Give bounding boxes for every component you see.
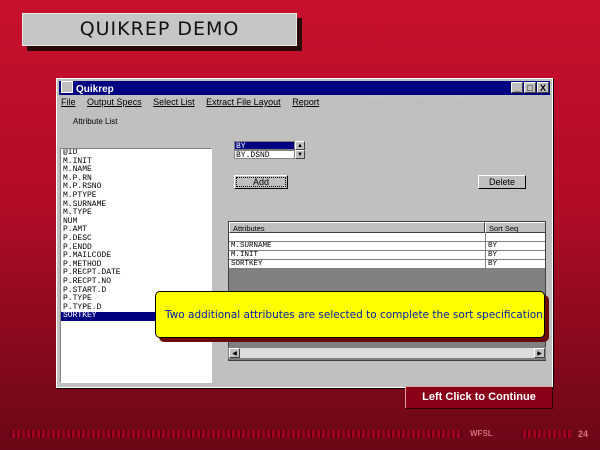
close-button[interactable]: X: [537, 82, 549, 93]
delete-button[interactable]: Delete: [478, 175, 526, 189]
table-row[interactable]: M.SURNAME BY: [229, 242, 545, 250]
maximize-button[interactable]: □: [524, 82, 536, 93]
menu-output-specs[interactable]: Output Specs: [87, 97, 142, 107]
attribute-listbox[interactable]: @ID M.INIT M.NAME M.P.RN M.P.RSNO M.PTYP…: [60, 148, 212, 383]
list-item[interactable]: M.TYPE: [61, 209, 211, 218]
cell-sort-seq: BY: [488, 251, 498, 259]
order-option-by-dsnd[interactable]: BY.DSND: [234, 150, 295, 160]
cell-sort-seq: BY: [488, 242, 498, 250]
cell-attribute: M.SURNAME: [231, 242, 272, 250]
menu-report[interactable]: Report: [292, 97, 319, 107]
footer-brand: WFSL: [470, 429, 493, 438]
menu-file[interactable]: File: [61, 97, 76, 107]
table-row[interactable]: [229, 233, 545, 241]
column-header-attributes[interactable]: Attributes: [229, 222, 485, 233]
page-number: 24: [578, 429, 589, 439]
decorative-strip: [521, 430, 571, 438]
table-row[interactable]: M.INIT BY: [229, 251, 545, 259]
minimize-button[interactable]: _: [511, 82, 523, 93]
menu-bar: File Output Specs Select List Extract Fi…: [61, 96, 548, 109]
table-row[interactable]: SORTKEY BY: [229, 260, 545, 268]
add-button[interactable]: Add: [234, 175, 288, 189]
window-title: Quikrep: [76, 84, 114, 95]
window-titlebar[interactable]: Quikrep _ □ X: [59, 81, 550, 95]
footer: WFSL 24: [10, 427, 595, 441]
continue-button[interactable]: Left Click to Continue: [405, 386, 552, 408]
instruction-callout: Two additional attributes are selected t…: [155, 291, 546, 338]
demo-title-banner: QUIKREP DEMO: [22, 13, 297, 46]
sort-order-selector[interactable]: BY ▲ BY.DSND ▼: [234, 141, 305, 160]
scroll-down-icon[interactable]: ▼: [295, 150, 305, 159]
cell-attribute: M.INIT: [231, 251, 259, 259]
cell-attribute: SORTKEY: [231, 260, 263, 268]
menu-faint-text: ·····································: [330, 98, 467, 107]
scroll-up-icon[interactable]: ▲: [295, 141, 305, 150]
attribute-list-label: Attribute List: [73, 117, 118, 126]
order-option-by[interactable]: BY: [234, 141, 295, 151]
horizontal-scrollbar[interactable]: ◀ ▶: [228, 347, 546, 359]
column-header-sort-seq[interactable]: Sort Seq: [485, 222, 545, 233]
quikrep-window: Quikrep _ □ X File Output Specs Select Lis…: [56, 78, 553, 388]
cell-sort-seq: BY: [488, 260, 498, 268]
app-icon: [61, 81, 73, 93]
scroll-right-icon[interactable]: ▶: [534, 348, 545, 358]
menu-extract-file-layout[interactable]: Extract File Layout: [206, 97, 281, 107]
decorative-strip: [10, 430, 462, 438]
menu-select-list[interactable]: Select List: [153, 97, 195, 107]
scroll-left-icon[interactable]: ◀: [229, 348, 240, 358]
